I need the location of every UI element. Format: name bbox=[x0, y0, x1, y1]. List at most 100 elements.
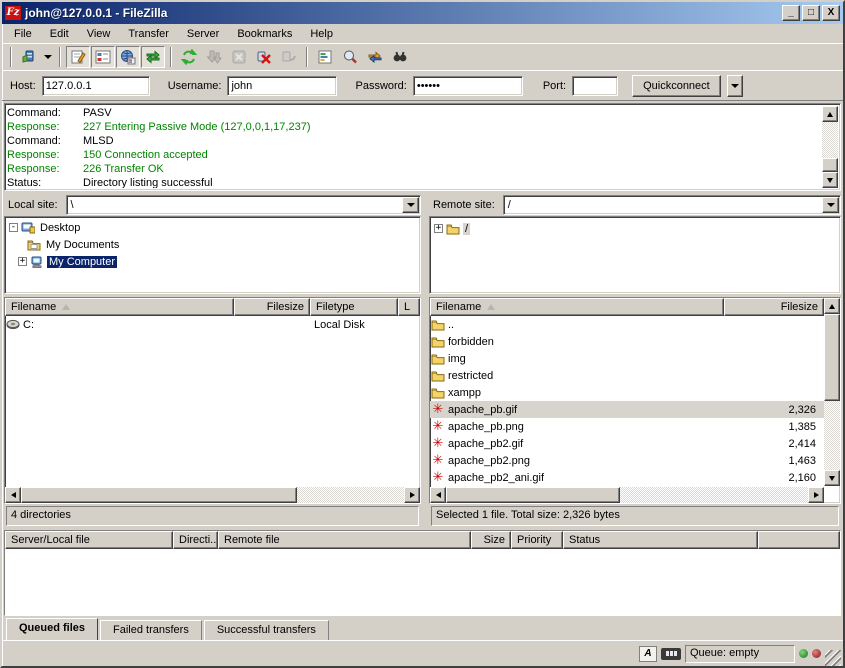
column-header-direction[interactable]: Directi... bbox=[173, 531, 218, 549]
site-manager-dropdown-icon[interactable] bbox=[42, 46, 54, 68]
refresh-icon[interactable] bbox=[177, 46, 201, 68]
column-header-status[interactable]: Status bbox=[563, 531, 758, 549]
remote-file-list: Filename Filesize .. forbidden bbox=[429, 297, 841, 526]
toolbar-grip bbox=[10, 47, 12, 67]
disconnect-icon[interactable] bbox=[252, 46, 276, 68]
scroll-thumb[interactable] bbox=[21, 487, 297, 503]
minimize-button[interactable]: _ bbox=[782, 5, 800, 21]
file-row[interactable]: xampp bbox=[430, 384, 824, 401]
menu-transfer[interactable]: Transfer bbox=[120, 26, 177, 42]
column-header-size[interactable]: Size bbox=[471, 531, 511, 549]
file-row[interactable]: img bbox=[430, 350, 824, 367]
host-input[interactable] bbox=[42, 76, 150, 96]
cancel-operation-icon[interactable] bbox=[227, 46, 251, 68]
column-header-server-local-file[interactable]: Server/Local file bbox=[5, 531, 173, 549]
menu-edit[interactable]: Edit bbox=[42, 26, 77, 42]
resize-grip[interactable] bbox=[825, 650, 841, 666]
log-vertical-scrollbar[interactable] bbox=[822, 106, 838, 188]
scroll-thumb[interactable] bbox=[446, 487, 620, 503]
file-row[interactable]: ✳ apache_pb2.png 1,463 bbox=[430, 452, 824, 469]
reconnect-icon[interactable] bbox=[277, 46, 301, 68]
log-line-label: Status: bbox=[7, 176, 83, 188]
username-input[interactable] bbox=[227, 76, 337, 96]
find-files-icon[interactable] bbox=[388, 46, 412, 68]
speed-limit-icon[interactable] bbox=[661, 648, 681, 660]
synchronized-browsing-icon[interactable] bbox=[363, 46, 387, 68]
local-site-combobox[interactable]: \ bbox=[66, 195, 421, 215]
file-row[interactable]: ✳ apache_pb.png 1,385 bbox=[430, 418, 824, 435]
remote-horizontal-scrollbar[interactable] bbox=[430, 487, 824, 503]
expand-icon[interactable]: + bbox=[434, 224, 443, 233]
image-file-icon: ✳ bbox=[430, 403, 446, 416]
maximize-button[interactable]: □ bbox=[802, 5, 820, 21]
column-header-filename[interactable]: Filename bbox=[5, 298, 234, 316]
file-row[interactable]: ✳ apache_pb2_ani.gif 2,160 bbox=[430, 469, 824, 486]
toggle-message-log-icon[interactable] bbox=[66, 46, 90, 68]
remote-vertical-scrollbar[interactable] bbox=[824, 298, 840, 486]
menu-help[interactable]: Help bbox=[302, 26, 341, 42]
tab-failed-transfers[interactable]: Failed transfers bbox=[100, 620, 202, 640]
tree-item-desktop[interactable]: - Desktop bbox=[9, 219, 420, 236]
scroll-left-icon[interactable] bbox=[430, 487, 446, 503]
tree-item-my-computer[interactable]: + My Computer bbox=[9, 253, 420, 270]
combo-dropdown-icon[interactable] bbox=[402, 197, 419, 213]
toggle-remote-tree-icon[interactable] bbox=[116, 46, 140, 68]
password-label: Password: bbox=[355, 80, 406, 92]
file-row-selected[interactable]: ✳ apache_pb.gif 2,326 bbox=[430, 401, 824, 418]
file-name: .. bbox=[446, 319, 728, 331]
tree-item-my-documents[interactable]: My Documents bbox=[9, 236, 420, 253]
directory-filters-icon[interactable] bbox=[313, 46, 337, 68]
tree-item-label: My Documents bbox=[44, 239, 121, 251]
column-header-priority[interactable]: Priority bbox=[511, 531, 563, 549]
expand-icon[interactable]: + bbox=[18, 257, 27, 266]
column-header-filesize[interactable]: Filesize bbox=[724, 298, 824, 316]
process-queue-icon[interactable] bbox=[202, 46, 226, 68]
column-header-filetype[interactable]: Filetype bbox=[310, 298, 398, 316]
tab-successful-transfers[interactable]: Successful transfers bbox=[204, 620, 329, 640]
site-manager-icon[interactable] bbox=[17, 46, 41, 68]
transfer-type-indicator-icon[interactable]: A bbox=[639, 646, 657, 662]
scroll-right-icon[interactable] bbox=[404, 487, 420, 503]
collapse-icon[interactable]: - bbox=[9, 223, 18, 232]
scroll-left-icon[interactable] bbox=[5, 487, 21, 503]
queue-tabs: Queued files Failed transfers Successful… bbox=[2, 616, 843, 640]
combo-dropdown-icon[interactable] bbox=[822, 197, 839, 213]
scroll-right-icon[interactable] bbox=[808, 487, 824, 503]
file-name: apache_pb2.gif bbox=[446, 438, 728, 450]
scroll-thumb[interactable] bbox=[822, 158, 838, 172]
remote-site-combobox[interactable]: / bbox=[503, 195, 841, 215]
file-type: Local Disk bbox=[308, 319, 396, 331]
scroll-up-icon[interactable] bbox=[824, 298, 840, 314]
column-header-filesize[interactable]: Filesize bbox=[234, 298, 310, 316]
quickconnect-dropdown-icon[interactable] bbox=[727, 75, 743, 97]
scroll-thumb[interactable] bbox=[824, 314, 840, 401]
file-row[interactable]: forbidden bbox=[430, 333, 824, 350]
port-input[interactable] bbox=[572, 76, 618, 96]
file-row-c-drive[interactable]: C: Local Disk bbox=[5, 316, 420, 333]
menu-view[interactable]: View bbox=[79, 26, 119, 42]
column-header-last-modified[interactable]: L bbox=[398, 298, 420, 316]
menu-server[interactable]: Server bbox=[179, 26, 227, 42]
local-horizontal-scrollbar[interactable] bbox=[5, 487, 420, 503]
close-button[interactable]: X bbox=[822, 5, 840, 21]
menu-bookmarks[interactable]: Bookmarks bbox=[229, 26, 300, 42]
folder-icon bbox=[431, 319, 445, 331]
local-status-text: 4 directories bbox=[6, 506, 419, 526]
password-input[interactable] bbox=[413, 76, 523, 96]
toggle-local-tree-icon[interactable] bbox=[91, 46, 115, 68]
file-row[interactable]: .. bbox=[430, 316, 824, 333]
toggle-transfer-queue-icon[interactable] bbox=[141, 46, 165, 68]
scroll-down-icon[interactable] bbox=[822, 172, 838, 188]
quickconnect-button[interactable]: Quickconnect bbox=[632, 75, 721, 97]
quickconnect-bar: Host: Username: Password: Port: Quickcon… bbox=[2, 70, 843, 101]
compare-directories-icon[interactable] bbox=[338, 46, 362, 68]
tab-queued-files[interactable]: Queued files bbox=[6, 618, 98, 640]
file-row[interactable]: ✳ apache_pb2.gif 2,414 bbox=[430, 435, 824, 452]
scroll-up-icon[interactable] bbox=[822, 106, 838, 122]
column-header-filename[interactable]: Filename bbox=[430, 298, 724, 316]
tree-item-root[interactable]: + / bbox=[434, 220, 840, 237]
scroll-down-icon[interactable] bbox=[824, 470, 840, 486]
menu-file[interactable]: File bbox=[6, 26, 40, 42]
file-row[interactable]: restricted bbox=[430, 367, 824, 384]
column-header-remote-file[interactable]: Remote file bbox=[218, 531, 471, 549]
